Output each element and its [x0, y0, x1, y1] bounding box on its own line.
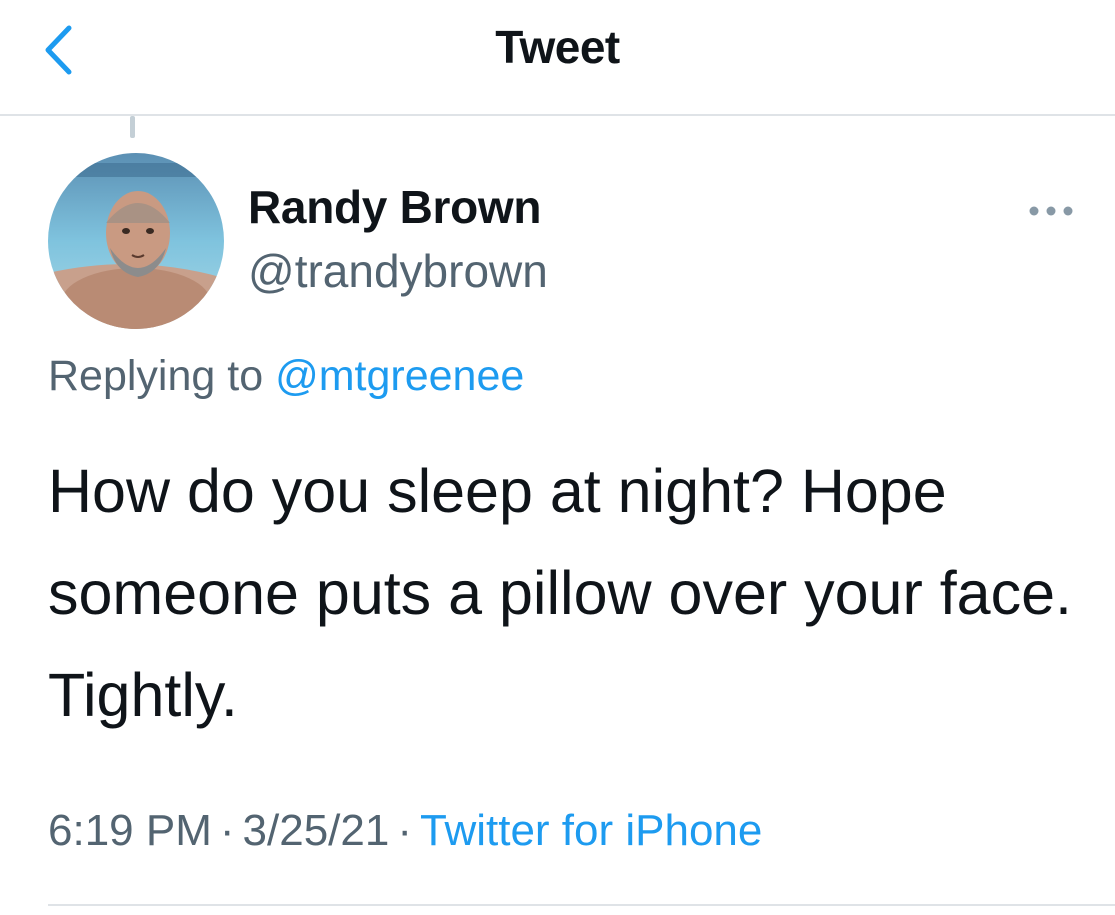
more-horizontal-icon [1029, 206, 1073, 216]
author-display-name[interactable]: Randy Brown [248, 180, 541, 234]
more-options-button[interactable] [1024, 196, 1078, 226]
replying-to-line: Replying to @mtgreenee [48, 352, 524, 401]
replying-to-label: Replying to [48, 352, 276, 400]
author-handle[interactable]: @trandybrown [248, 244, 548, 298]
thread-connector-line [130, 116, 135, 138]
page-title: Tweet [495, 21, 620, 73]
avatar-photo [48, 153, 224, 329]
meta-separator: · [397, 806, 412, 855]
tweet-metadata: 6:19 PM · 3/25/21 · Twitter for iPhone [48, 806, 762, 856]
tweet-time: 6:19 PM [48, 806, 212, 855]
mention-link[interactable]: @mtgreenee [275, 352, 524, 400]
meta-separator: · [219, 806, 235, 855]
source-link[interactable]: Twitter for iPhone [420, 806, 762, 855]
divider [48, 904, 1115, 906]
avatar[interactable] [48, 153, 224, 329]
tweet-text: How do you sleep at night? Hope someone … [48, 457, 1072, 729]
tweet-date: 3/25/21 [242, 806, 390, 855]
top-bar: Tweet [0, 0, 1115, 116]
